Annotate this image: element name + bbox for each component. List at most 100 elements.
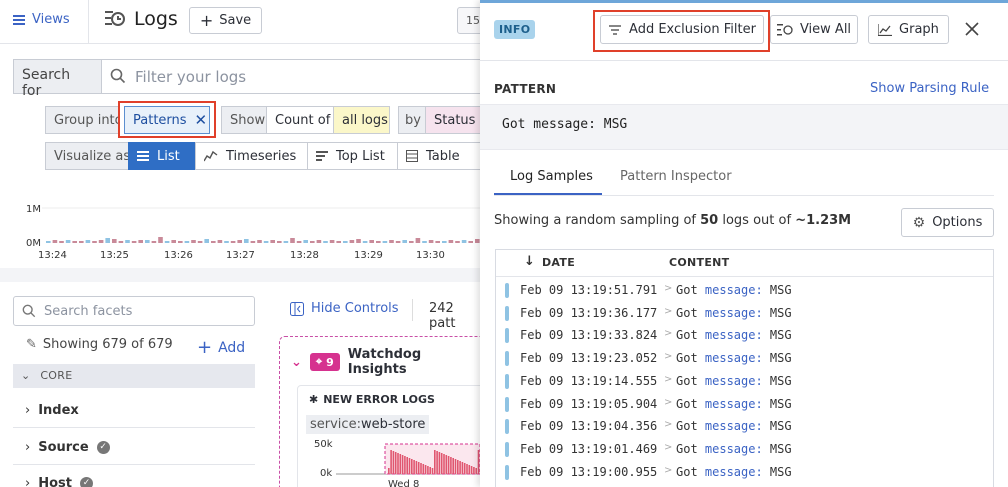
tab-pattern-inspector[interactable]: Pattern Inspector: [620, 169, 732, 184]
volume-bar: [191, 240, 196, 243]
content-value: MSG: [762, 396, 792, 411]
core-section-header[interactable]: ⌄ CORE: [13, 364, 255, 388]
options-button[interactable]: ⚙ Options: [901, 208, 994, 237]
plus-icon: +: [199, 11, 214, 30]
table-row[interactable]: Feb 09 13:19:23.052 > Got message: MSG: [496, 347, 993, 370]
sort-arrow-down-icon[interactable]: ↓: [524, 254, 535, 269]
status-badge: INFO: [494, 20, 536, 39]
watchdog-header[interactable]: ⌄ ⌖ 9 Watchdog Insights: [291, 347, 480, 377]
error-bar: [470, 466, 473, 474]
search-input[interactable]: Filter your logs: [135, 68, 246, 86]
close-icon[interactable]: [964, 21, 980, 37]
filter-icon: [609, 24, 622, 35]
views-button[interactable]: Views: [12, 12, 70, 27]
facet-source[interactable]: › Source ✓: [25, 440, 110, 455]
view-all-button[interactable]: View All: [770, 15, 858, 44]
service-tag[interactable]: service:web-store: [306, 415, 430, 434]
error-bar: [447, 456, 450, 474]
x-tick: 13:28: [290, 250, 319, 261]
row-date: Feb 09 13:19:36.177: [520, 305, 658, 320]
status-indicator: [505, 351, 509, 367]
error-bar: [388, 468, 390, 474]
tab-log-samples[interactable]: Log Samples: [510, 169, 593, 184]
add-label: Add: [218, 339, 246, 356]
volume-bar: [290, 238, 295, 243]
volume-bar: [382, 241, 388, 243]
chevron-right-icon: ›: [25, 440, 31, 455]
status-indicator: [505, 373, 509, 389]
x-tick: 13:24: [38, 250, 67, 261]
volume-bar: [303, 240, 308, 243]
volume-bar: [283, 241, 289, 243]
viz-table-button[interactable]: Table: [397, 142, 480, 170]
search-facets-input[interactable]: Search facets: [13, 296, 255, 326]
save-button[interactable]: + Save: [189, 7, 262, 34]
status-indicator: [505, 283, 509, 298]
add-facet-button[interactable]: + Add: [197, 337, 245, 358]
error-bar: [445, 455, 448, 474]
error-bar: [406, 457, 408, 474]
content-key[interactable]: message:: [705, 351, 763, 365]
content-key[interactable]: message:: [705, 419, 763, 433]
pattern-count: 242 patt: [429, 301, 456, 331]
hide-controls-button[interactable]: Hide Controls: [290, 301, 399, 316]
facet-index[interactable]: › Index: [25, 403, 79, 418]
table-row[interactable]: Feb 09 13:19:00.955 > Got message: MSG: [496, 461, 993, 484]
content-key[interactable]: message:: [705, 283, 763, 297]
content-value: MSG: [762, 419, 792, 434]
table-row[interactable]: Feb 09 13:19:51.791 > Got message: MSG: [496, 279, 993, 302]
row-date: Feb 09 13:19:51.791: [520, 283, 658, 297]
viz-toplist-button[interactable]: Top List: [307, 142, 398, 170]
row-content: Got message: MSG: [676, 351, 792, 365]
table-row[interactable]: Feb 09 13:19:14.555 > Got message: MSG: [496, 370, 993, 393]
volume-bar: [296, 241, 302, 243]
row-content: Got message: MSG: [676, 374, 792, 388]
volume-bar: [158, 237, 163, 243]
table-row[interactable]: Feb 09 13:19:05.904 > Got message: MSG: [496, 393, 993, 416]
group-value-chip[interactable]: Patterns ✕: [124, 106, 210, 134]
error-bar: [473, 467, 475, 474]
content-key[interactable]: message:: [705, 306, 763, 320]
error-bar: [424, 465, 427, 474]
table-row[interactable]: Feb 09 13:19:33.824 > Got message: MSG: [496, 324, 993, 347]
all-logs-selector[interactable]: all logs: [333, 106, 390, 134]
viz-list-button[interactable]: List: [128, 142, 196, 170]
close-icon[interactable]: ✕: [195, 111, 208, 129]
volume-bar: [52, 240, 58, 243]
volume-bar: [435, 241, 440, 243]
graph-button[interactable]: Graph: [868, 15, 949, 44]
add-exclusion-filter-button[interactable]: Add Exclusion Filter: [600, 15, 764, 44]
table-row[interactable]: Feb 09 13:19:04.356 > Got message: MSG: [496, 415, 993, 438]
count-of-label: Count of: [266, 106, 334, 134]
table-row[interactable]: Feb 09 13:19:36.177 > Got message: MSG: [496, 302, 993, 325]
viz-timeseries-label: Timeseries: [226, 148, 297, 164]
logs-icon: [776, 23, 793, 35]
pencil-icon[interactable]: ✎: [26, 337, 37, 352]
content-key[interactable]: message:: [705, 374, 763, 388]
x-tick: 13:25: [100, 250, 129, 261]
x-tick: 13:29: [354, 250, 383, 261]
show-parsing-rule-link[interactable]: Show Parsing Rule: [870, 81, 989, 96]
row-date: Feb 09 13:19:01.469: [520, 441, 658, 456]
content-key[interactable]: message:: [705, 328, 763, 342]
gear-icon: ⚙: [912, 214, 926, 231]
content-prefix: Got: [676, 419, 705, 434]
content-key[interactable]: message:: [705, 397, 763, 411]
status-selector[interactable]: Status: [425, 106, 480, 134]
time-range-chip[interactable]: 15: [457, 7, 480, 34]
content-key[interactable]: message:: [705, 465, 763, 479]
facet-host[interactable]: › Host ✓: [25, 476, 93, 487]
viz-timeseries-button[interactable]: Timeseries: [195, 142, 308, 170]
col-content-header[interactable]: CONTENT: [669, 256, 729, 269]
content-key[interactable]: message:: [705, 442, 763, 456]
graph-icon: [878, 23, 893, 36]
volume-bar: [171, 240, 176, 243]
search-bar[interactable]: Search for Filter your logs: [13, 59, 480, 99]
volume-bar: [336, 241, 341, 243]
error-bar: [394, 452, 397, 474]
error-bar: [392, 451, 395, 474]
table-row[interactable]: Feb 09 13:19:01.469 > Got message: MSG: [496, 438, 993, 461]
chevron-right-icon: >: [664, 419, 673, 431]
col-date-header[interactable]: DATE: [542, 256, 575, 269]
error-bar: [397, 453, 399, 474]
